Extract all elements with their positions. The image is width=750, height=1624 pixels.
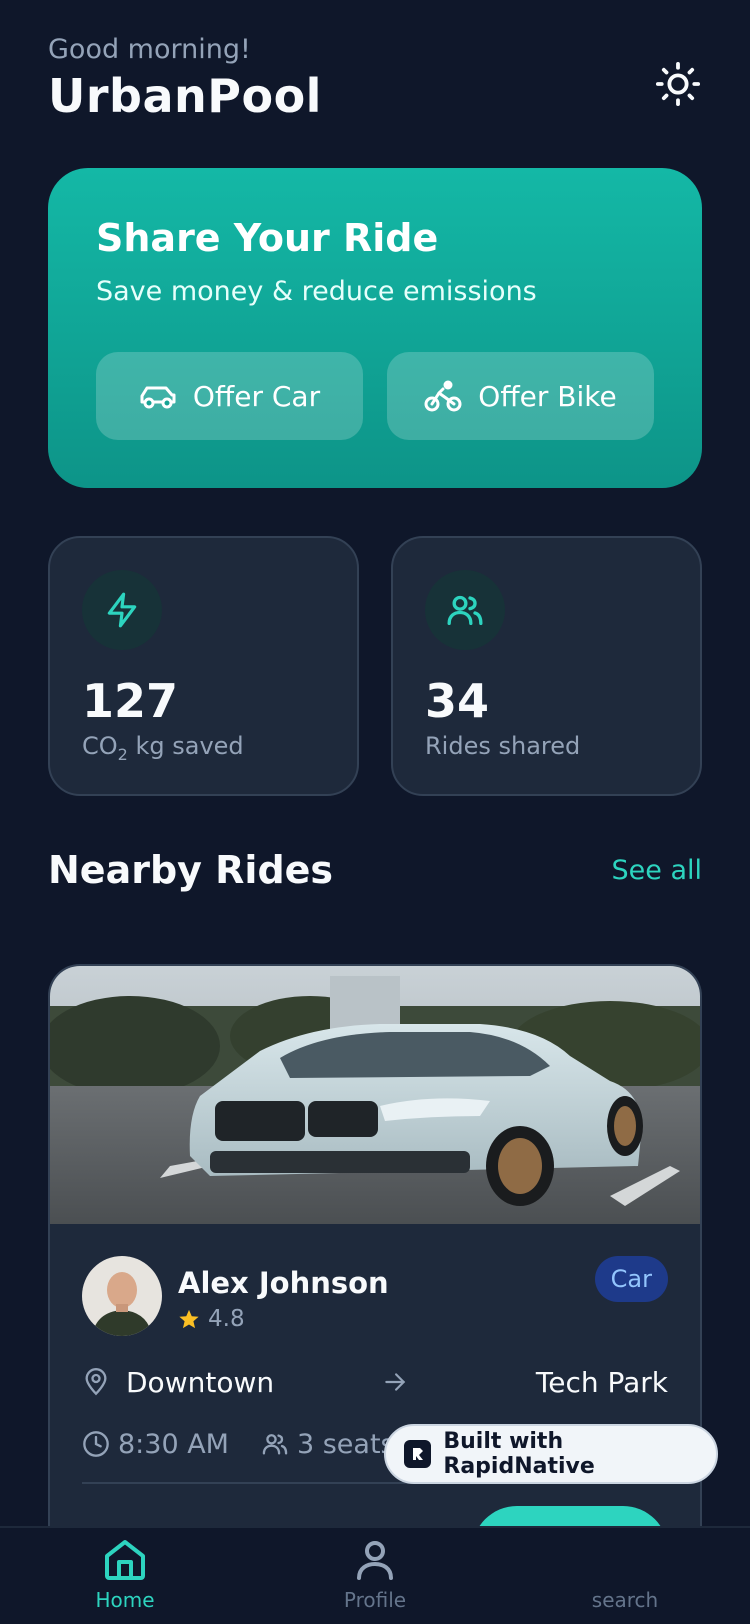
home-icon (105, 1540, 145, 1580)
route-row: Downtown Tech Park (82, 1360, 668, 1404)
co2-value: 127 (82, 674, 179, 728)
hero-title: Share Your Ride (96, 216, 439, 260)
stat-icon-circle (425, 570, 505, 650)
location-pin-icon (85, 1368, 107, 1396)
ride-meta-row: 8:30 AM 3 seats (82, 1422, 395, 1466)
stat-icon-circle (82, 570, 162, 650)
driver-name: Alex Johnson (178, 1266, 389, 1300)
car-photo (50, 966, 700, 1224)
offer-bike-button[interactable]: Offer Bike (387, 352, 654, 440)
theme-toggle-button[interactable] (654, 60, 702, 108)
see-all-link[interactable]: See all (612, 855, 703, 886)
search-icon (601, 1536, 649, 1584)
hero-subtitle: Save money & reduce emissions (96, 276, 537, 307)
rapidnative-logo-icon (404, 1440, 432, 1468)
avatar[interactable] (82, 1256, 162, 1336)
tab-profile[interactable]: Profile (295, 1536, 455, 1624)
stat-card-rides: 34 Rides shared (391, 536, 702, 796)
tab-home-label: Home (95, 1588, 155, 1612)
section-title: Nearby Rides (48, 848, 334, 892)
ride-type-badge: Car (594, 1256, 668, 1302)
co2-label: CO2 kg saved (82, 732, 244, 764)
built-with-label: Built with RapidNative (443, 1429, 595, 1479)
stats-row: 127 CO2 kg saved 34 Rides shared (48, 536, 702, 796)
departure-time: 8:30 AM (118, 1428, 229, 1460)
user-icon (357, 1541, 393, 1580)
app-title: UrbanPool (48, 69, 322, 123)
users-icon (447, 595, 483, 625)
stat-card-co2: 127 CO2 kg saved (48, 536, 359, 796)
greeting-text: Good morning! (48, 34, 251, 65)
car-icon (140, 386, 176, 409)
sun-icon (655, 61, 701, 107)
share-ride-card: Share Your Ride Save money & reduce emis… (48, 168, 702, 488)
tab-profile-label: Profile (343, 1588, 407, 1612)
route-destination: Tech Park (535, 1365, 668, 1399)
driver-row: Alex Johnson 4.8 Car (82, 1256, 668, 1336)
rides-label: Rides shared (425, 732, 581, 760)
seats-available: 3 seats (296, 1428, 395, 1460)
nearby-rides-header: Nearby Rides See all (48, 848, 702, 892)
driver-rating: 4.8 (178, 1306, 245, 1332)
route-origin: Downtown (126, 1365, 275, 1399)
built-with-badge[interactable]: Built with RapidNative (384, 1424, 718, 1484)
header: Good morning! UrbanPool (48, 34, 702, 134)
lightning-icon (107, 592, 137, 628)
rating-value: 4.8 (208, 1306, 245, 1332)
rides-value: 34 (425, 674, 490, 728)
arrow-right-icon (385, 1373, 406, 1391)
offer-car-label: Offer Car (192, 379, 321, 413)
star-icon (179, 1309, 199, 1329)
clock-icon (83, 1431, 109, 1457)
tab-search-label: search (591, 1588, 659, 1612)
tab-home[interactable]: Home (45, 1536, 205, 1624)
bike-icon (424, 380, 462, 412)
bottom-tab-bar: Home Profile search (0, 1526, 750, 1624)
users-icon (262, 1434, 288, 1455)
offer-bike-label: Offer Bike (478, 379, 617, 413)
offer-car-button[interactable]: Offer Car (96, 352, 363, 440)
ride-card[interactable]: Alex Johnson 4.8 Car Downtown Tech Park … (48, 964, 702, 1604)
avatar-image (82, 1256, 162, 1336)
tab-search[interactable]: search (545, 1536, 705, 1624)
